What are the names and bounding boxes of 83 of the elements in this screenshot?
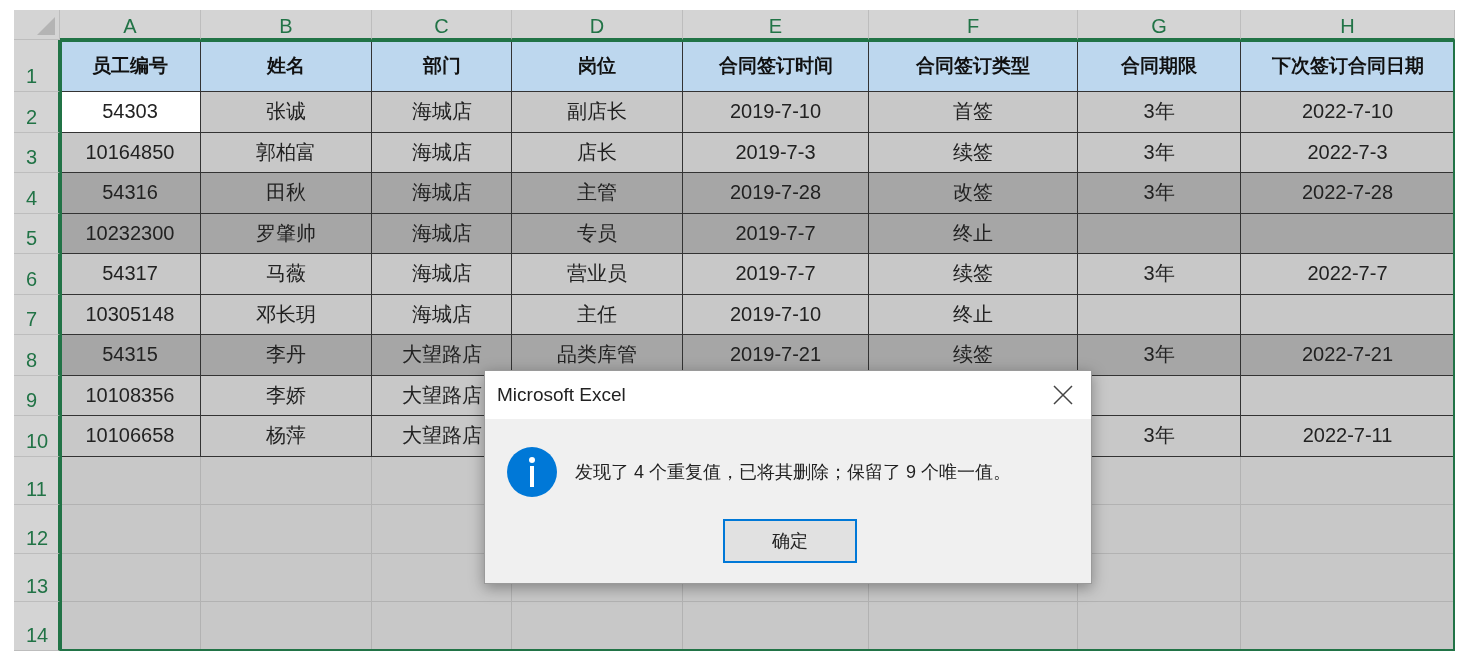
column-header[interactable]: D (512, 10, 683, 40)
row-header[interactable]: 12 (14, 505, 60, 554)
table-cell: 10232300 (60, 213, 201, 254)
row-header[interactable]: 6 (14, 254, 60, 295)
row-header[interactable]: 3 (14, 132, 60, 173)
header-cell: 合同签订时间 (683, 40, 869, 92)
table-cell: 海城店 (372, 213, 512, 254)
row-header[interactable]: 13 (14, 553, 60, 602)
row-header[interactable]: 7 (14, 294, 60, 335)
table-cell: 大望路店 (372, 335, 512, 376)
table-cell: 3年 (1078, 335, 1241, 376)
table-cell: 2022-7-21 (1241, 335, 1455, 376)
column-header[interactable]: B (201, 10, 372, 40)
table-cell: 3年 (1078, 92, 1241, 133)
table-cell: 邓长玥 (201, 294, 372, 335)
table-cell: 2019-7-28 (683, 173, 869, 214)
table-cell: 李娇 (201, 375, 372, 416)
table-cell: 杨萍 (201, 416, 372, 457)
table-cell: 首签 (869, 92, 1078, 133)
column-header[interactable]: F (869, 10, 1078, 40)
table-cell: 营业员 (512, 254, 683, 295)
table-cell: 终止 (869, 294, 1078, 335)
header-cell: 部门 (372, 40, 512, 92)
row-header[interactable]: 2 (14, 92, 60, 133)
table-cell: 2019-7-3 (683, 132, 869, 173)
row-header[interactable]: 10 (14, 416, 60, 457)
table-cell: 3年 (1078, 173, 1241, 214)
row-header[interactable]: 14 (14, 602, 60, 651)
table-cell: 海城店 (372, 92, 512, 133)
column-header[interactable]: C (372, 10, 512, 40)
table-cell: 马薇 (201, 254, 372, 295)
table-cell: 54317 (60, 254, 201, 295)
table-cell: 李丹 (201, 335, 372, 376)
table-cell: 54303 (60, 92, 201, 133)
header-cell: 合同期限 (1078, 40, 1241, 92)
table-cell: 3年 (1078, 132, 1241, 173)
header-cell: 姓名 (201, 40, 372, 92)
table-cell: 店长 (512, 132, 683, 173)
table-cell: 专员 (512, 213, 683, 254)
table-cell: 海城店 (372, 294, 512, 335)
table-cell: 续签 (869, 132, 1078, 173)
column-header[interactable]: H (1241, 10, 1455, 40)
table-cell: 张诚 (201, 92, 372, 133)
table-cell: 罗肇帅 (201, 213, 372, 254)
table-cell: 2019-7-10 (683, 294, 869, 335)
header-cell: 岗位 (512, 40, 683, 92)
row-header[interactable]: 5 (14, 213, 60, 254)
table-cell: 2019-7-10 (683, 92, 869, 133)
header-cell: 下次签订合同日期 (1241, 40, 1455, 92)
table-cell: 3年 (1078, 254, 1241, 295)
dialog-message: 发现了 4 个重复值，已将其删除；保留了 9 个唯一值。 (575, 461, 1012, 484)
table-cell: 2019-7-7 (683, 254, 869, 295)
table-cell: 续签 (869, 254, 1078, 295)
table-cell: 郭柏富 (201, 132, 372, 173)
table-cell: 10106658 (60, 416, 201, 457)
table-cell: 主管 (512, 173, 683, 214)
table-cell: 2022-7-28 (1241, 173, 1455, 214)
table-cell: 54315 (60, 335, 201, 376)
table-cell: 54316 (60, 173, 201, 214)
table-cell: 副店长 (512, 92, 683, 133)
table-cell: 10164850 (60, 132, 201, 173)
row-header[interactable]: 9 (14, 375, 60, 416)
header-cell: 合同签订类型 (869, 40, 1078, 92)
table-cell: 2019-7-7 (683, 213, 869, 254)
row-header[interactable]: 4 (14, 173, 60, 214)
table-cell: 海城店 (372, 254, 512, 295)
info-icon (507, 447, 557, 497)
header-cell: 员工编号 (60, 40, 201, 92)
table-cell: 10108356 (60, 375, 201, 416)
table-cell: 主任 (512, 294, 683, 335)
table-cell: 田秋 (201, 173, 372, 214)
row-header[interactable]: 11 (14, 456, 60, 505)
table-cell: 海城店 (372, 132, 512, 173)
table-cell: 终止 (869, 213, 1078, 254)
table-cell: 10305148 (60, 294, 201, 335)
table-cell: 改签 (869, 173, 1078, 214)
column-header[interactable]: E (683, 10, 869, 40)
row-header[interactable]: 1 (14, 40, 60, 92)
table-cell: 海城店 (372, 173, 512, 214)
row-header[interactable]: 8 (14, 335, 60, 376)
column-header[interactable]: G (1078, 10, 1241, 40)
column-header[interactable]: A (60, 10, 201, 40)
ok-button[interactable]: 确定 (723, 519, 857, 563)
